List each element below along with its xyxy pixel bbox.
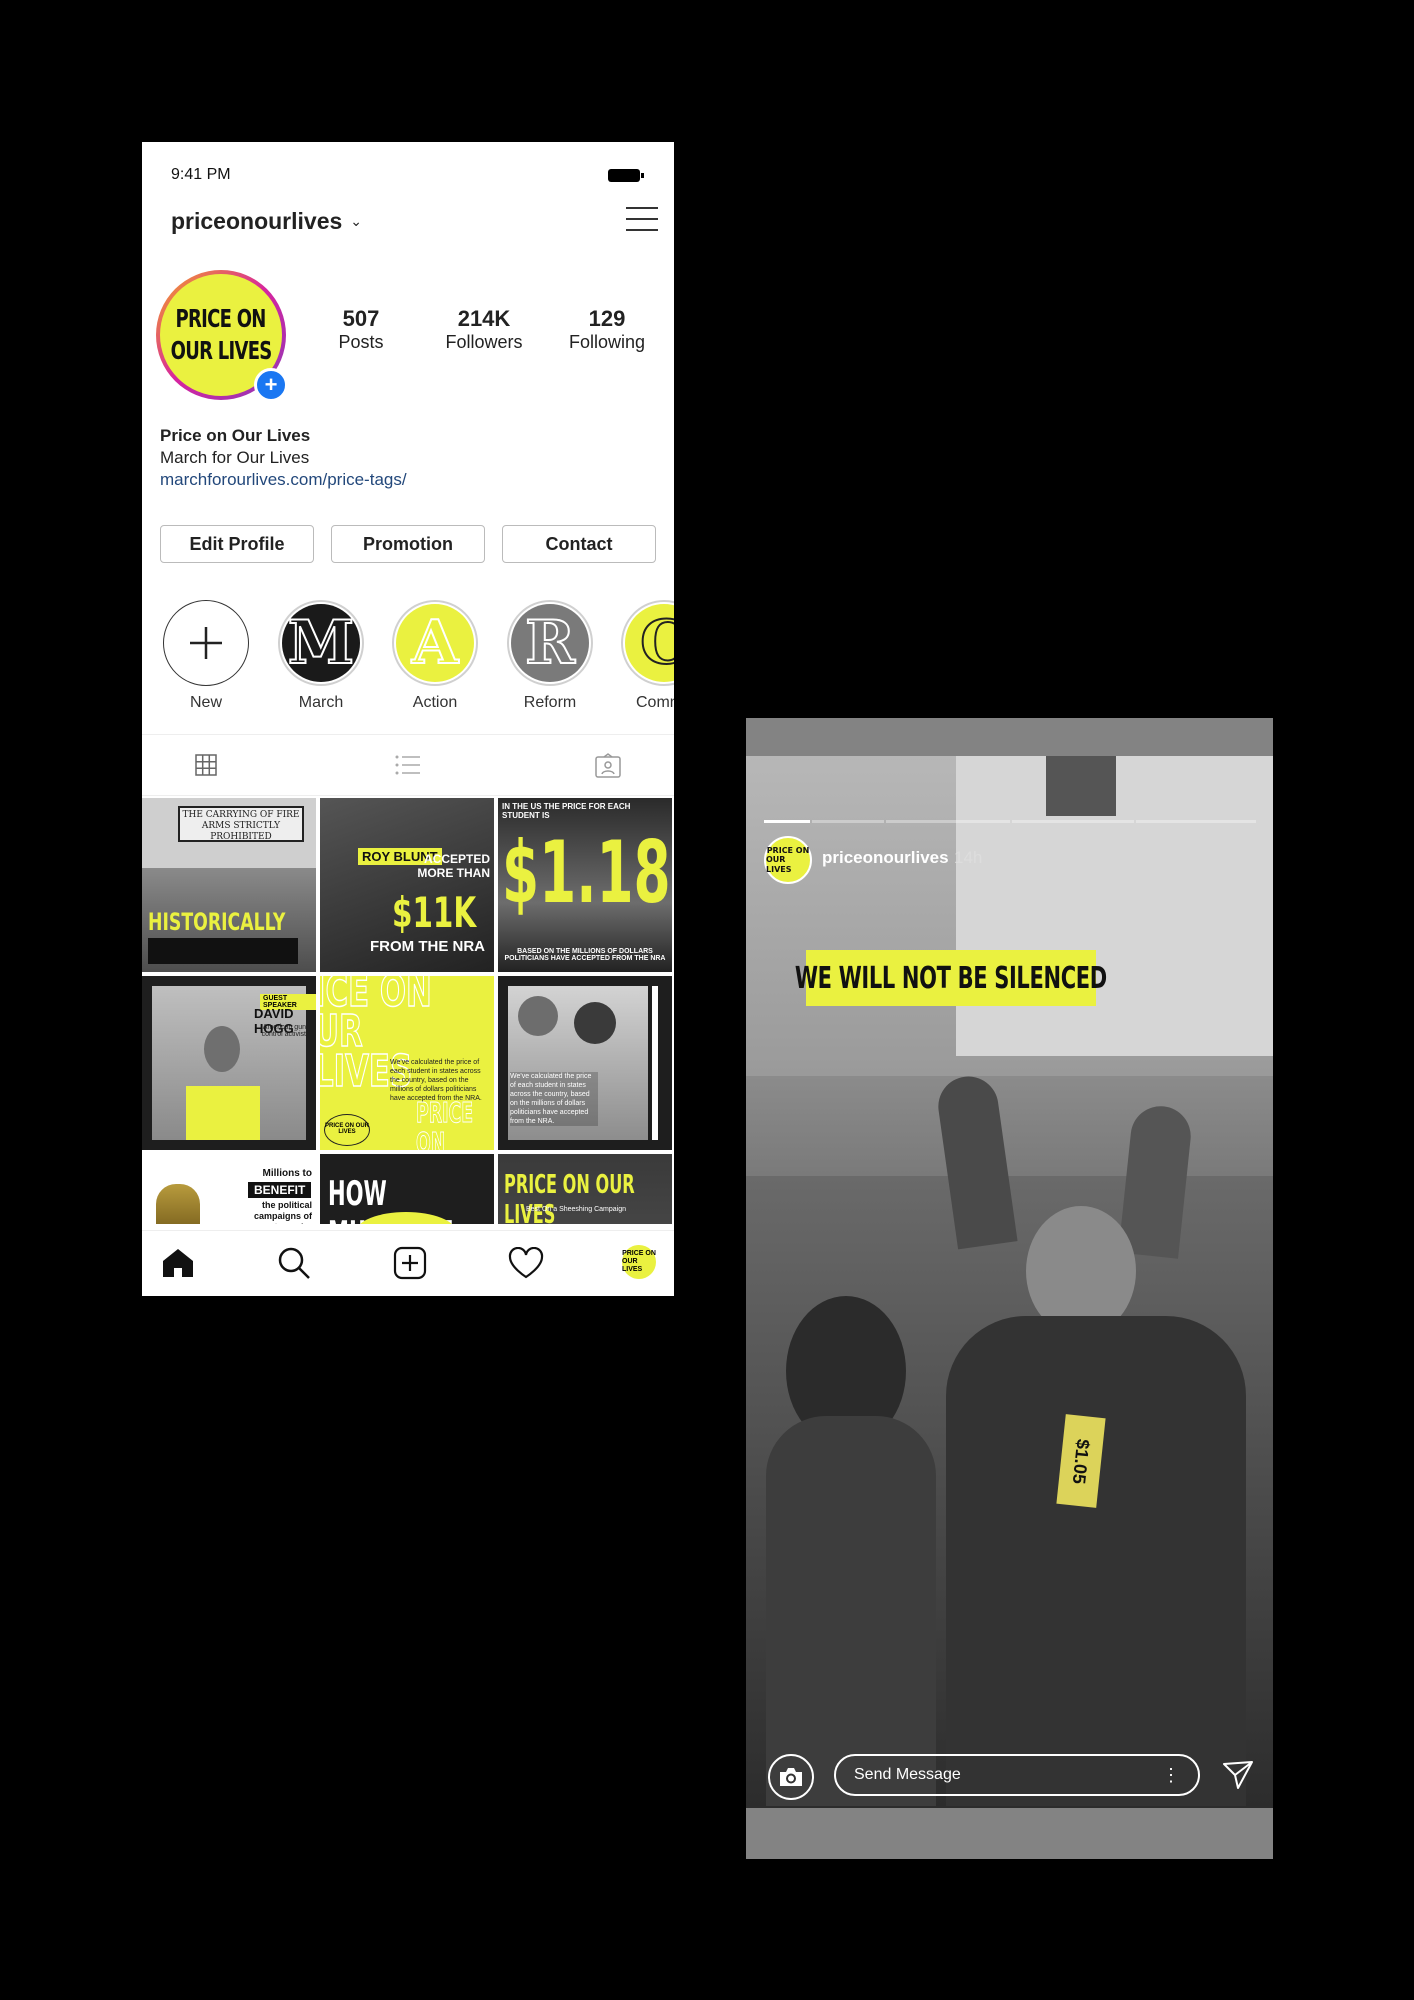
bio-link[interactable]: marchforourlives.com/price-tags/ [160, 470, 407, 490]
bottom-nav: PRICE ON OUR LIVES [142, 1230, 674, 1296]
followers-stat[interactable]: 214K Followers [429, 306, 539, 353]
account-switcher[interactable]: priceonourlives ⌄ [171, 208, 362, 235]
promotion-button[interactable]: Promotion [331, 525, 485, 563]
tile2-amount: $11K [392, 888, 477, 937]
grid-post-5[interactable]: ICE ON UR LIVES We've calculated the pri… [320, 976, 494, 1150]
story-progress-2 [812, 820, 884, 823]
grid-post-7[interactable]: Millions to BENEFIT the political campai… [142, 1154, 316, 1224]
post-grid: THE CARRYING OF FIRE ARMS STRICTLY PROHI… [142, 798, 674, 1224]
hamburger-icon[interactable] [626, 207, 658, 231]
grid-post-1[interactable]: THE CARRYING OF FIRE ARMS STRICTLY PROHI… [142, 798, 316, 972]
tile4-role: American gun control activist [261, 1024, 306, 1038]
story-avatar[interactable]: PRICE ON OUR LIVES [764, 836, 812, 884]
add-post-icon[interactable] [392, 1245, 428, 1281]
story-banner: WE WILL NOT BE SILENCED [795, 950, 1107, 1006]
highlight-community[interactable]: C Commu [619, 600, 674, 712]
grid-post-4[interactable]: GUEST SPEAKER DAVID HOGG American gun co… [142, 976, 316, 1150]
tile5-logo: PRICE ON OUR LIVES [324, 1114, 370, 1146]
tile1-sign: THE CARRYING OF FIRE ARMS STRICTLY PROHI… [178, 806, 304, 842]
tile2-text1: ACCEPTED MORE THAN [417, 852, 490, 880]
status-time: 9:41 PM [171, 166, 231, 183]
story-price-tag: $1.05 [1069, 1437, 1094, 1485]
grid-post-9[interactable]: PRICE ON OUR LIVES Best On a Sheeshing C… [498, 1154, 672, 1224]
story-username[interactable]: priceonourlives [822, 848, 949, 868]
posts-count: 507 [342, 306, 380, 331]
story-photo[interactable]: $1.05 [746, 756, 1273, 1808]
highlight-letter-c: C [625, 604, 674, 682]
posts-stat[interactable]: 507 Posts [306, 306, 416, 353]
more-icon[interactable]: ⋮ [1162, 1766, 1180, 1784]
tile3-bottom: BASED ON THE MILLIONS OF DOLLARS POLITIC… [504, 948, 666, 962]
profile-tabs [142, 734, 674, 796]
grid-post-8[interactable]: HOW MUCH ARE [320, 1154, 494, 1224]
battery-icon [608, 169, 644, 182]
highlight-new[interactable]: New [161, 600, 251, 712]
send-icon[interactable] [1222, 1760, 1254, 1790]
tile1-title: HISTORICALLY [148, 908, 286, 936]
highlight-label-new: New [189, 694, 222, 711]
followers-count: 214K [457, 306, 511, 331]
highlight-label-march: March [298, 694, 344, 711]
highlight-reform[interactable]: R Reform [505, 600, 595, 712]
chevron-down-icon: ⌄ [350, 213, 363, 229]
avatar-text-line1: PRICE ON [175, 303, 267, 333]
tile9-title: PRICE ON OUR LIVES [504, 1170, 635, 1224]
tile7-text2: the political campaigns of senators who [253, 1200, 312, 1224]
tile7-text1: Millions to [262, 1168, 312, 1179]
profile-screen: 9:41 PM priceonourlives ⌄ PRICE ON OUR L… [142, 142, 674, 1296]
story-banner-text: WE WILL NOT BE SILENCED [795, 960, 1107, 996]
highlight-letter-r: R [511, 604, 589, 682]
bio-name: Price on Our Lives [160, 426, 311, 445]
home-icon[interactable] [160, 1245, 196, 1281]
tile6-body: We've calculated the price of each stude… [510, 1072, 598, 1126]
send-message-placeholder: Send Message [854, 1766, 961, 1783]
tile2-text2: FROM THE NRA [370, 938, 485, 955]
highlight-letter-a: A [396, 604, 474, 682]
highlight-label-action: Action [412, 694, 458, 711]
grid-post-2[interactable]: ROY BLUNT ACCEPTED MORE THAN $11K FROM T… [320, 798, 494, 972]
story-progress-5 [1136, 820, 1256, 823]
story-progress-3 [886, 820, 1010, 823]
tile5-footer: PRICE ON OUR LIVE [416, 1096, 474, 1150]
heart-icon[interactable] [508, 1245, 544, 1281]
plus-icon [190, 627, 222, 659]
tagged-icon[interactable] [594, 753, 622, 779]
tile9-sub: Best On a Sheeshing Campaign [526, 1206, 627, 1213]
highlight-label-community: Commu [635, 694, 674, 711]
nav-avatar-line1: PRICE ON [622, 1250, 656, 1257]
story-screen: $1.05 PRICE ON OUR LIVES priceonourlives… [746, 718, 1273, 1859]
tile7-tag: BENEFIT [248, 1182, 312, 1198]
story-avatar-line2: OUR LIVES [766, 855, 792, 874]
following-label: Following [568, 332, 646, 352]
contact-button[interactable]: Contact [502, 525, 656, 563]
highlight-letter-m: M [282, 604, 360, 682]
highlight-label-reform: Reform [523, 694, 577, 711]
highlight-march[interactable]: M March [276, 600, 366, 712]
story-avatar-line1: PRICE ON [766, 845, 810, 855]
story-progress-1 [764, 820, 810, 823]
grid-icon[interactable] [194, 753, 218, 777]
story-progress-4 [1012, 820, 1134, 823]
followers-label: Followers [445, 332, 523, 352]
nav-avatar-line2: OUR LIVES [622, 1258, 643, 1273]
camera-icon[interactable] [768, 1754, 814, 1800]
following-count: 129 [588, 306, 626, 331]
highlight-action[interactable]: A Action [390, 600, 480, 712]
avatar-text-line2: OUR LIVES [170, 336, 273, 365]
username: priceonourlives [171, 208, 343, 234]
profile-nav-avatar[interactable]: PRICE ON OUR LIVES [622, 1245, 656, 1279]
grid-post-3[interactable]: IN THE US THE PRICE FOR EACH STUDENT IS … [498, 798, 672, 972]
add-story-badge-icon[interactable]: + [254, 368, 288, 402]
tile3-amount: $1.18 [502, 823, 671, 923]
story-time: 14h [954, 848, 983, 867]
following-stat[interactable]: 129 Following [552, 306, 662, 353]
search-icon[interactable] [276, 1245, 312, 1281]
bio-subtitle: March for Our Lives [160, 448, 310, 467]
posts-label: Posts [338, 332, 384, 352]
grid-post-6[interactable]: We've calculated the price of each stude… [498, 976, 672, 1150]
edit-profile-button[interactable]: Edit Profile [160, 525, 314, 563]
send-message-input[interactable]: Send Message ⋮ [834, 1754, 1200, 1796]
list-icon[interactable] [394, 753, 422, 777]
